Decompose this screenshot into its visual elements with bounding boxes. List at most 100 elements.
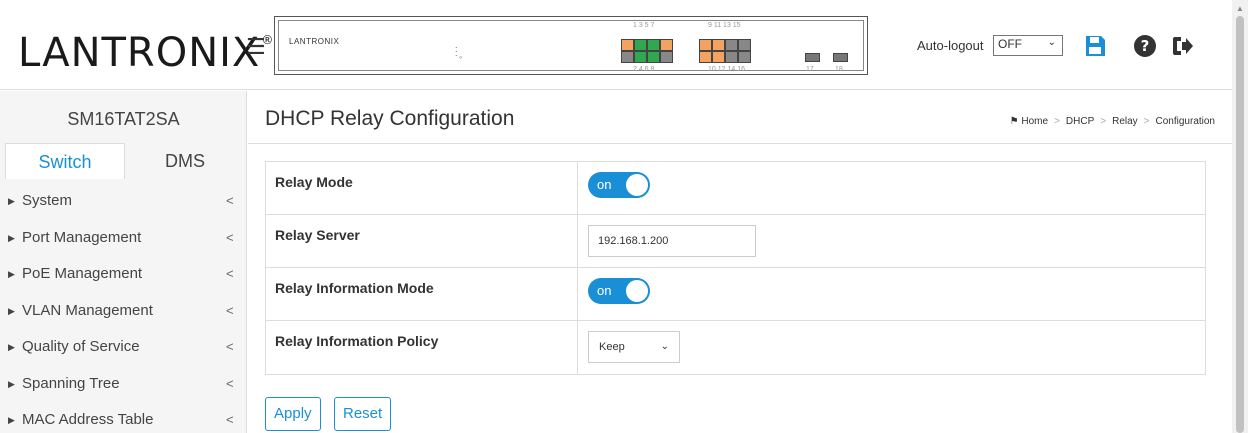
lantronix-logo: LANTRONIX® bbox=[18, 30, 275, 76]
sfp-number-18: 18 bbox=[835, 66, 843, 73]
chevron-left-icon: < bbox=[226, 193, 234, 208]
scroll-up-icon[interactable]: ▲ bbox=[1236, 4, 1244, 13]
relay-server-label: Relay Server bbox=[266, 215, 578, 267]
chevron-left-icon: < bbox=[226, 229, 234, 245]
port-icon[interactable] bbox=[725, 51, 738, 63]
relay-server-input[interactable]: 192.168.1.200 bbox=[588, 225, 756, 257]
relay-information-policy-select[interactable]: Keep ⌄ bbox=[588, 331, 680, 363]
caret-right-icon: ▶ bbox=[8, 232, 15, 243]
chevron-left-icon: < bbox=[226, 266, 234, 281]
port-icon[interactable] bbox=[712, 51, 725, 63]
port-numbers-top-2: 9 11 13 15 bbox=[708, 22, 741, 29]
sidebar-item-label: PoE Management bbox=[22, 265, 143, 282]
switch-front-panel: LANTRONIX ... ◦ 1 3 5 7 9 11 13 15 2 4 6 … bbox=[274, 16, 868, 75]
breadcrumb: ⚑ Home > DHCP > Relay > Configuration bbox=[1009, 116, 1215, 127]
port-icon[interactable] bbox=[699, 39, 712, 51]
table-row: Relay Mode on bbox=[266, 162, 1205, 215]
caret-right-icon: ▶ bbox=[8, 342, 15, 352]
sidebar-tabs: Switch DMS bbox=[5, 143, 247, 179]
sidebar-item-vlan-management[interactable]: ▶ VLAN Management < bbox=[0, 293, 247, 330]
device-name: SM16TAT2SA bbox=[67, 109, 180, 129]
chevron-down-icon: ⌄ bbox=[660, 341, 669, 352]
breadcrumb-dhcp[interactable]: DHCP bbox=[1066, 116, 1094, 127]
table-row: Relay Information Policy Keep ⌄ bbox=[266, 321, 1205, 374]
tab-dms[interactable]: DMS bbox=[135, 143, 235, 179]
home-icon: ⚑ bbox=[1009, 116, 1019, 127]
chevron-left-icon: < bbox=[226, 375, 234, 391]
port-icon[interactable] bbox=[621, 51, 634, 63]
sidebar-item-quality-of-service[interactable]: ▶ Quality of Service < bbox=[0, 329, 247, 366]
sfp-port-icon[interactable] bbox=[805, 53, 820, 62]
panel-brand-label: LANTRONIX bbox=[289, 37, 340, 46]
relay-mode-label: Relay Mode bbox=[266, 162, 578, 214]
sidebar-item-label: Quality of Service bbox=[22, 338, 140, 355]
chevron-down-icon: ⌄ bbox=[1047, 37, 1056, 48]
port-icon[interactable] bbox=[647, 39, 660, 51]
sidebar-item-port-management[interactable]: ▶ Port Management < bbox=[0, 220, 247, 257]
port-icon[interactable] bbox=[738, 39, 751, 51]
hamburger-icon[interactable]: ☰ bbox=[246, 36, 266, 58]
sidebar-item-mac-address-table[interactable]: ▶ MAC Address Table < bbox=[0, 402, 247, 433]
sfp-number-17: 17 bbox=[806, 66, 814, 73]
autologout-select[interactable]: OFF ⌄ bbox=[993, 35, 1063, 56]
sidebar-item-label: System bbox=[22, 192, 73, 209]
breadcrumb-home[interactable]: Home bbox=[1021, 116, 1048, 127]
sidebar: SM16TAT2SA Switch DMS ▶ System < ▶ Port … bbox=[0, 91, 247, 433]
port-numbers-bottom: 2 4 6 8 bbox=[633, 66, 655, 73]
app-window: LANTRONIX® ☰ LANTRONIX ... ◦ 1 3 5 7 9 11… bbox=[0, 0, 1248, 433]
port-group-2 bbox=[699, 39, 751, 51]
reset-button[interactable]: Reset bbox=[334, 397, 392, 431]
table-row: Relay Information Mode on bbox=[266, 268, 1205, 321]
svg-text:?: ? bbox=[1141, 37, 1150, 55]
breadcrumb-configuration: Configuration bbox=[1155, 116, 1215, 127]
port-icon[interactable] bbox=[660, 51, 673, 63]
scrollbar-thumb[interactable] bbox=[1236, 16, 1244, 433]
status-led-icon: ... ◦ bbox=[455, 40, 463, 62]
port-icon[interactable] bbox=[660, 39, 673, 51]
table-row: Relay Server 192.168.1.200 bbox=[266, 215, 1205, 268]
breadcrumb-relay[interactable]: Relay bbox=[1112, 116, 1138, 127]
relay-information-policy-label: Relay Information Policy bbox=[266, 321, 578, 374]
sidebar-item-poe-management[interactable]: ▶ PoE Management < bbox=[0, 256, 247, 293]
autologout-label: Auto-logout bbox=[917, 38, 984, 53]
title-divider bbox=[248, 143, 1232, 144]
chevron-left-icon: < bbox=[226, 412, 234, 427]
port-icon[interactable] bbox=[712, 39, 725, 51]
chevron-left-icon: < bbox=[226, 302, 234, 318]
apply-button[interactable]: Apply bbox=[265, 397, 321, 431]
relay-information-mode-toggle[interactable]: on bbox=[588, 278, 650, 304]
caret-right-icon: ▶ bbox=[8, 415, 15, 425]
save-icon[interactable] bbox=[1083, 34, 1107, 58]
port-icon[interactable] bbox=[699, 51, 712, 63]
sidebar-nav: ▶ System < ▶ Port Management < ▶ PoE Man… bbox=[0, 183, 247, 433]
sidebar-item-spanning-tree[interactable]: ▶ Spanning Tree < bbox=[0, 366, 247, 403]
port-icon[interactable] bbox=[725, 39, 738, 51]
port-icon[interactable] bbox=[634, 39, 647, 51]
caret-right-icon: ▶ bbox=[8, 269, 15, 279]
relay-information-mode-label: Relay Information Mode bbox=[266, 268, 578, 320]
port-group-1b bbox=[621, 51, 673, 63]
page-title: DHCP Relay Configuration bbox=[265, 107, 515, 130]
sidebar-item-label: Spanning Tree bbox=[22, 374, 120, 392]
port-icon[interactable] bbox=[647, 51, 660, 63]
port-icon[interactable] bbox=[634, 51, 647, 63]
sfp-port-icon[interactable] bbox=[833, 53, 848, 62]
tab-switch[interactable]: Switch bbox=[5, 143, 125, 179]
relay-mode-toggle[interactable]: on bbox=[588, 172, 650, 198]
logout-icon[interactable] bbox=[1170, 34, 1194, 58]
port-numbers-top: 1 3 5 7 bbox=[633, 22, 655, 29]
port-icon[interactable] bbox=[621, 39, 634, 51]
caret-right-icon: ▶ bbox=[8, 196, 15, 206]
port-group-2b bbox=[699, 51, 751, 63]
sidebar-item-label: MAC Address Table bbox=[22, 411, 154, 428]
chevron-left-icon: < bbox=[226, 339, 234, 354]
caret-right-icon: ▶ bbox=[8, 378, 15, 389]
page-scrollbar[interactable]: ▲ bbox=[1232, 0, 1248, 433]
port-numbers-bottom-2: 10 12 14 16 bbox=[708, 66, 745, 73]
help-icon[interactable]: ? bbox=[1133, 34, 1157, 58]
port-icon[interactable] bbox=[738, 51, 751, 63]
main-content: DHCP Relay Configuration ⚑ Home > DHCP > Rel… bbox=[248, 91, 1232, 433]
sidebar-item-label: VLAN Management bbox=[22, 301, 153, 319]
sidebar-item-system[interactable]: ▶ System < bbox=[0, 183, 247, 220]
top-header: LANTRONIX® ☰ LANTRONIX ... ◦ 1 3 5 7 9 11… bbox=[0, 0, 1232, 90]
